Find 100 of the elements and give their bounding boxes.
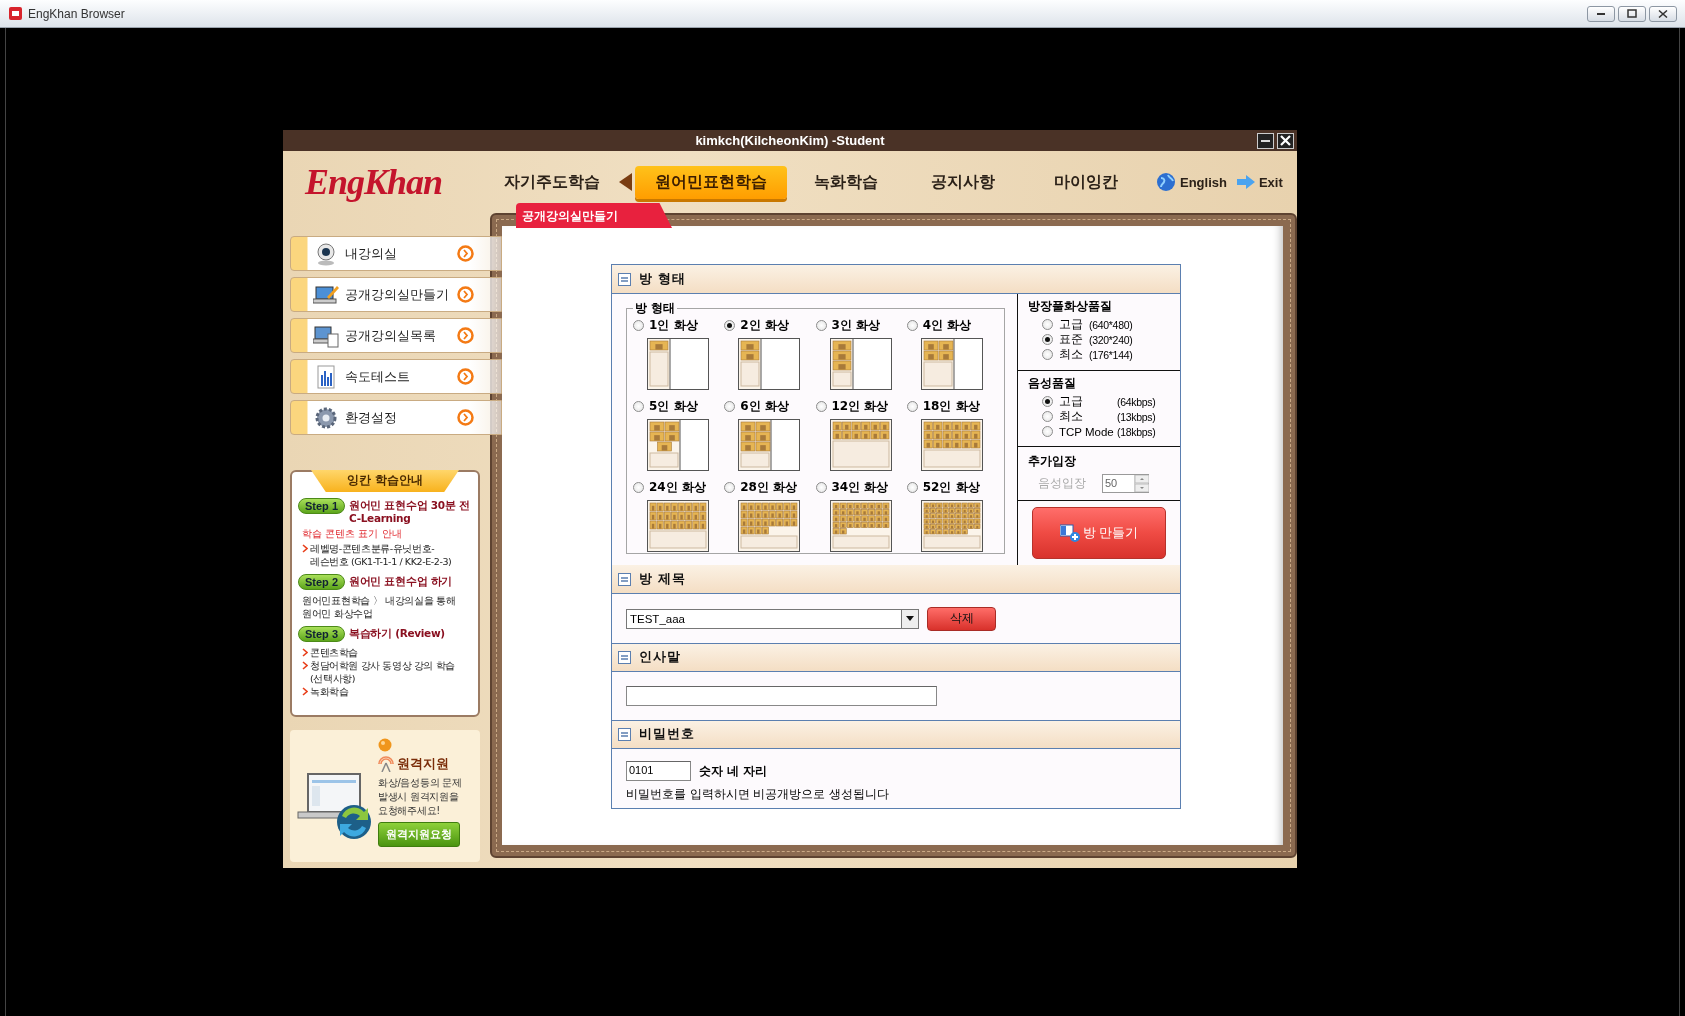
option-label: 최소 <box>1059 347 1083 362</box>
step-text: 원어민표현학습 〉 내강의실을 통해 원어민 화상수업 <box>302 594 457 620</box>
nav-tab[interactable]: 자기주도학습 <box>495 166 608 198</box>
input-field[interactable] <box>626 686 937 706</box>
layout-thumbnail <box>829 338 892 390</box>
radio-button[interactable] <box>633 320 644 331</box>
layout-thumbnail <box>647 500 709 552</box>
sidebar-item[interactable]: 속도테스트 <box>290 359 502 394</box>
minimize-icon <box>1261 139 1270 142</box>
layout-thumbnail <box>829 500 892 552</box>
delete-button[interactable]: 삭제 <box>927 606 996 631</box>
sidebar-item[interactable]: 공개강의실만들기 <box>290 277 502 312</box>
chevron-circle-icon <box>457 286 474 303</box>
sidebar-item[interactable]: 환경설정 <box>290 400 502 435</box>
radio-button[interactable] <box>815 320 827 331</box>
radio-button[interactable] <box>1042 334 1053 345</box>
option-label: 고급 <box>1059 317 1083 332</box>
create-room-button[interactable]: 방 만들기 <box>1032 507 1166 559</box>
option-label: 표준 <box>1059 332 1083 347</box>
radio-button[interactable] <box>906 401 918 412</box>
password-field[interactable]: 0101 <box>626 761 691 781</box>
layout-thumbnail <box>647 419 709 471</box>
radio-button[interactable] <box>724 401 736 412</box>
radio-button[interactable] <box>1042 396 1053 407</box>
group-title: 음성품질 <box>1028 375 1077 392</box>
minimize-button[interactable] <box>1257 132 1274 149</box>
layout-thumbnail <box>738 419 801 471</box>
bullet-text: 콘텐츠학습 <box>310 646 358 659</box>
field-label: 음성입장 <box>1038 475 1086 492</box>
chevron-circle-icon <box>457 409 474 426</box>
radio-button[interactable] <box>815 482 827 493</box>
layout-thumbnail <box>920 338 983 390</box>
radio-button[interactable] <box>1042 426 1053 437</box>
page-tab[interactable]: 공개강의실만들기 <box>516 203 672 228</box>
radio-button[interactable] <box>1042 319 1053 330</box>
option-label: 52인 화상 <box>922 479 980 496</box>
collapse-icon[interactable] <box>618 651 631 664</box>
dropdown-field[interactable]: TEST_aaa <box>626 608 919 629</box>
step-badge: Step 2 <box>298 574 345 590</box>
exit-link[interactable]: Exit <box>1258 174 1283 190</box>
maximize-button[interactable] <box>1618 5 1646 22</box>
radio-button[interactable] <box>633 401 644 412</box>
close-button[interactable] <box>1277 132 1294 149</box>
option-label: 12인 화상 <box>831 398 889 415</box>
option-label: 5인 화상 <box>649 398 698 415</box>
collapse-icon[interactable] <box>618 272 631 286</box>
section-title: 인사말 <box>639 649 681 666</box>
layout-thumbnail <box>738 500 801 552</box>
nav-tab[interactable]: 마이잉칸 <box>1046 166 1126 198</box>
language-link[interactable]: English <box>1180 174 1227 190</box>
minimize-button[interactable] <box>1587 5 1615 22</box>
close-button[interactable] <box>1649 5 1677 22</box>
collapse-icon[interactable] <box>618 572 631 586</box>
option-detail: (13kbps) <box>1117 410 1156 423</box>
radio-button[interactable] <box>1042 349 1053 360</box>
bullet-text: 녹화학습 <box>310 685 349 698</box>
option-label: TCP Mode <box>1059 425 1111 438</box>
layout-thumbnail <box>738 338 801 390</box>
radio-button[interactable] <box>815 401 827 412</box>
option-label: 28인 화상 <box>740 479 798 496</box>
nav-tab[interactable]: 공지사항 <box>923 166 1003 198</box>
chevron-circle-icon <box>457 368 474 385</box>
option-label: 4인 화상 <box>922 317 972 334</box>
field-hint: 숫자 네 자리 <box>699 762 768 780</box>
section-title: 방 형태 <box>639 270 687 288</box>
bullet-text: 청담어학원 강사 동영상 강의 학습(선택사항) <box>310 659 456 685</box>
radio-button[interactable] <box>1042 411 1053 422</box>
nav-tab[interactable]: 원어민표현학습 <box>634 165 787 199</box>
minimize-icon <box>1597 12 1605 15</box>
nav-tab[interactable]: 녹화학습 <box>806 166 886 198</box>
option-label: 2인 화상 <box>740 317 789 334</box>
step-title: 원어민 표현수업 하기 <box>349 574 453 588</box>
bullet-text: 레벨명-콘텐츠분류-유닛번호-레슨번호 (GK1-T-1-1 / KK2-E-2-3) <box>310 542 453 568</box>
collapse-icon[interactable] <box>618 728 631 741</box>
pointer-icon <box>618 173 632 191</box>
close-icon <box>1658 9 1668 18</box>
radio-button[interactable] <box>724 482 736 493</box>
step-title: 원어민 표현수업 30분 전 C-Learning <box>349 498 471 525</box>
sidebar-item[interactable]: 내강의실 <box>290 236 502 271</box>
option-label: 34인 화상 <box>831 479 889 496</box>
radio-button[interactable] <box>633 482 644 493</box>
layout-thumbnail <box>920 419 983 471</box>
globe-icon <box>1156 172 1176 192</box>
antenna-icon <box>378 756 394 772</box>
sidebar-item[interactable]: 공개강의실목록 <box>290 318 502 353</box>
radio-button[interactable] <box>724 320 736 331</box>
option-detail: (176*144) <box>1089 348 1133 361</box>
layout-thumbnail <box>647 338 709 390</box>
dropdown-arrow-icon <box>906 616 914 621</box>
chevron-icon <box>302 687 308 696</box>
radio-button[interactable] <box>906 320 918 331</box>
guide-title: 잉칸 학습안내 <box>311 470 459 492</box>
option-label: 6인 화상 <box>740 398 789 415</box>
arrow-icon <box>1236 175 1255 189</box>
layout-thumbnail <box>920 500 983 552</box>
gear-icon <box>313 405 339 430</box>
option-label: 최소 <box>1059 409 1084 424</box>
radio-button[interactable] <box>906 482 918 493</box>
group-title: 방장풀화상품질 <box>1028 298 1113 315</box>
chevron-circle-icon <box>457 327 474 344</box>
